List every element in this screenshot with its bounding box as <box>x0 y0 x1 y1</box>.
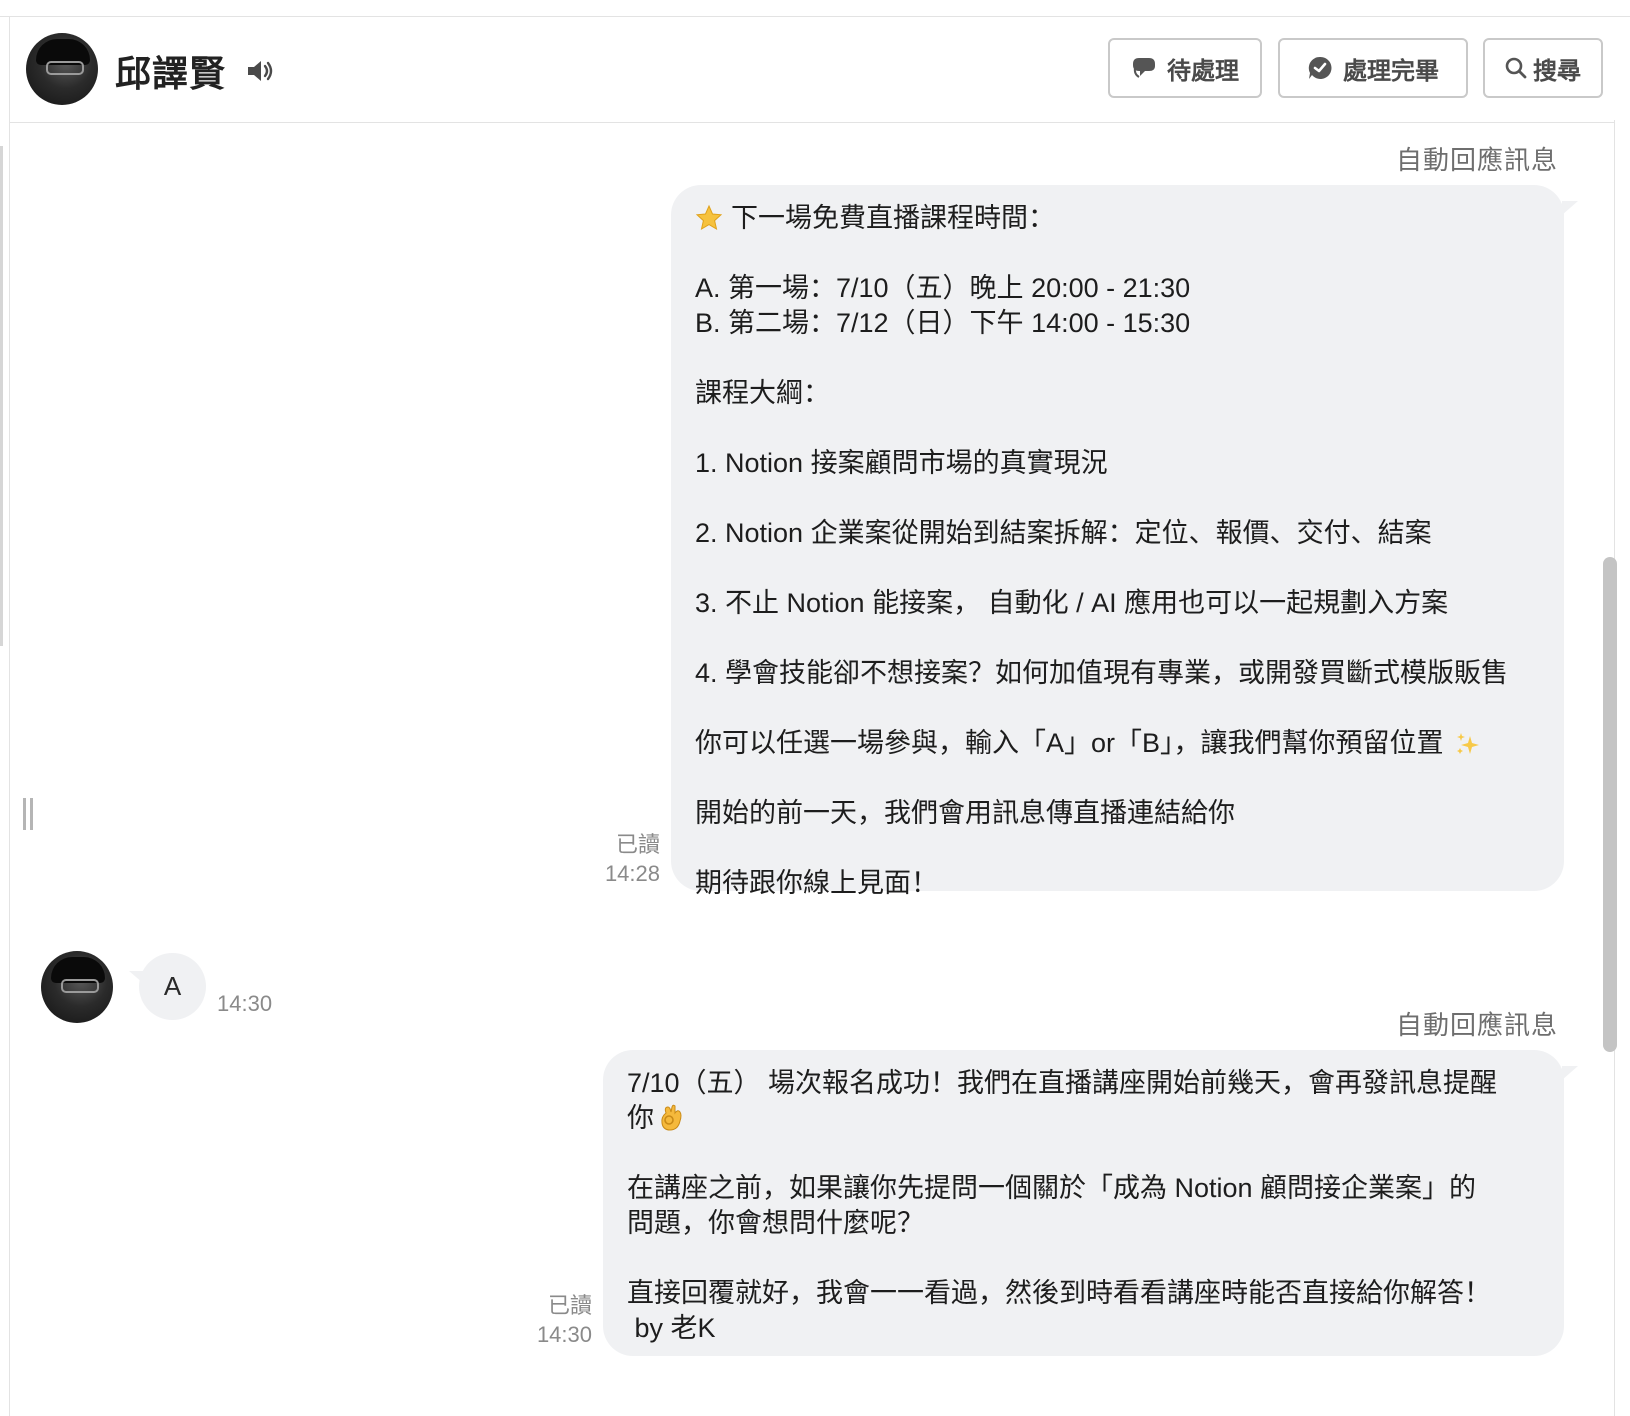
speaker-icon[interactable] <box>245 57 277 85</box>
incoming-message-time: 14:30 <box>217 991 273 1016</box>
pending-button-label: 待處理 <box>1167 57 1239 85</box>
sparkles-emoji-icon <box>1456 733 1479 754</box>
message-line: A. 第一場：7/10（五）晚上 20:00 - 21:30 <box>695 273 1191 303</box>
left-panel-edge <box>0 16 10 1416</box>
done-button[interactable]: 處理完畢 <box>1278 38 1468 98</box>
message-line <box>627 1136 1538 1171</box>
ok-hand-emoji-icon <box>661 1104 682 1131</box>
done-button-label: 處理完畢 <box>1343 57 1439 85</box>
auto-reply-label: 自動回應訊息 <box>1396 145 1559 175</box>
message-time: 14:28 <box>604 861 660 886</box>
auto-reply-label-2: 自動回應訊息 <box>1396 1010 1559 1040</box>
message-line: 7/10（五） 場次報名成功！我們在直播講座開始前幾天，會再發訊息提醒 <box>627 1068 1498 1098</box>
message-line: 開始的前一天，我們會用訊息傳直播連結給你 <box>695 798 1235 828</box>
chat-scrollbar-thumb[interactable] <box>1603 557 1617 1052</box>
message-time-2: 14:30 <box>536 1322 592 1347</box>
message-line <box>695 761 1542 796</box>
message-text-2: 7/10（五） 場次報名成功！我們在直播講座開始前幾天，會再發訊息提醒你在講座之… <box>627 1066 1538 1346</box>
message-line: 期待跟你線上見面！ <box>695 868 938 898</box>
left-panel-scrollbar <box>0 146 3 646</box>
message-line: 4. 學會技能卻不想接案？如何加值現有專業，或開發買斷式模版販售 <box>695 658 1509 688</box>
incoming-message-bubble[interactable]: A <box>129 953 206 1020</box>
message-line: 直接回覆就好，我會一一看過，然後到時看看講座時能否直接給你解答！ <box>627 1278 1491 1308</box>
incoming-message-text: A <box>163 971 182 1001</box>
message-line: 下一場免費直播課程時間： <box>695 201 1542 236</box>
search-button[interactable]: 搜尋 <box>1483 38 1603 98</box>
message-line: by 老K <box>627 1313 716 1343</box>
search-icon <box>1505 57 1527 79</box>
message-line <box>627 1241 1538 1276</box>
message-line: 你可以任選一場參與，輸入「A」or「B」，讓我們幫你預留位置 <box>695 726 1542 761</box>
message-read-meta: 已讀 14:28 <box>580 830 660 888</box>
message-line <box>695 411 1542 446</box>
read-status-2: 已讀 <box>547 1293 592 1318</box>
outgoing-message-bubble[interactable]: 下一場免費直播課程時間： A. 第一場：7/10（五）晚上 20:00 - 21:… <box>671 185 1578 898</box>
message-line <box>695 551 1542 586</box>
message-line: 3. 不止 Notion 能接案， 自動化 / AI 應用也可以一起規劃入方案 <box>695 588 1449 618</box>
window-top-strip <box>0 0 1630 17</box>
check-bubble-icon <box>1308 56 1332 79</box>
message-line <box>695 481 1542 516</box>
message-line <box>695 236 1542 271</box>
search-button-label: 搜尋 <box>1533 57 1581 85</box>
panel-resize-handle[interactable] <box>21 798 35 830</box>
sender-avatar[interactable] <box>41 951 113 1023</box>
message-line <box>695 831 1542 866</box>
chat-area[interactable]: 自動回應訊息 下一場免費直播課程時間： A. 第一場：7/10（五）晚上 20:0… <box>10 123 1614 1416</box>
message-line: B. 第二場：7/12（日）下午 14:00 - 15:30 <box>695 308 1191 338</box>
message-read-meta-2: 已讀 14:30 <box>512 1291 592 1349</box>
message-line <box>695 341 1542 376</box>
star-emoji-icon <box>695 204 723 231</box>
contact-name: 邱譯賢 <box>115 53 227 94</box>
message-line: 你 <box>627 1101 1538 1136</box>
contact-avatar[interactable] <box>26 33 98 105</box>
message-text: 下一場免費直播課程時間： A. 第一場：7/10（五）晚上 20:00 - 21:… <box>695 201 1542 901</box>
chat-bubble-icon <box>1133 58 1155 78</box>
message-line: 2. Notion 企業案從開始到結案拆解：定位、報價、交付、結案 <box>695 518 1432 548</box>
message-line: 問題，你會想問什麼呢？ <box>627 1208 924 1238</box>
message-line: 課程大綱： <box>695 378 830 408</box>
pending-button[interactable]: 待處理 <box>1108 38 1262 98</box>
outgoing-message-bubble-2[interactable]: 7/10（五） 場次報名成功！我們在直播講座開始前幾天，會再發訊息提醒你在講座之… <box>603 1050 1578 1356</box>
read-status: 已讀 <box>615 832 660 857</box>
message-line <box>695 621 1542 656</box>
message-line <box>695 691 1542 726</box>
message-line: 在講座之前，如果讓你先提問一個關於「成為 Notion 顧問接企業案」的 <box>627 1173 1477 1203</box>
chat-header: 邱譯賢 待處理 處理完畢 搜尋 <box>10 17 1614 123</box>
message-line: 1. Notion 接案顧問市場的真實現況 <box>695 448 1108 478</box>
